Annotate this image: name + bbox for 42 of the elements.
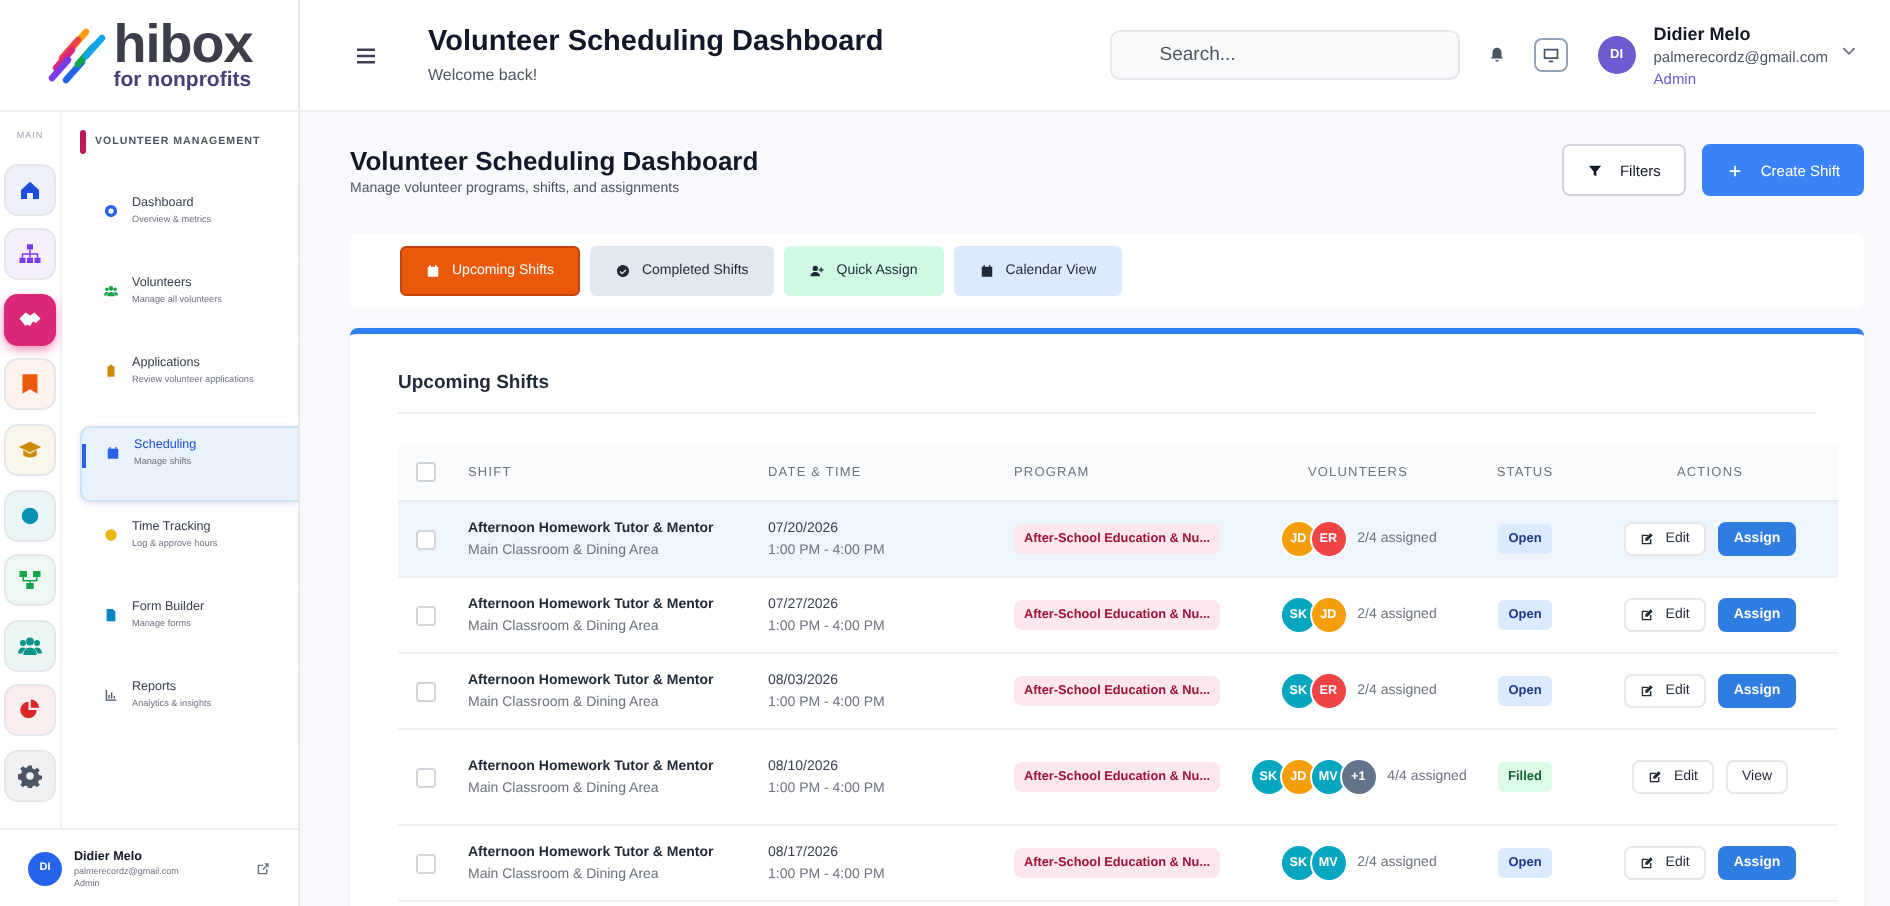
filter-icon xyxy=(1587,163,1602,177)
rail-pie-chart-button[interactable] xyxy=(4,684,56,737)
row-checkbox[interactable] xyxy=(416,853,436,873)
edit-icon xyxy=(1647,770,1662,784)
calendar-icon xyxy=(979,264,994,278)
row-checkbox[interactable] xyxy=(416,681,436,701)
monitor-button[interactable] xyxy=(1533,38,1568,72)
logo-text: hibox xyxy=(113,18,253,73)
plus-icon xyxy=(1728,163,1743,177)
row-checkbox[interactable] xyxy=(416,605,436,625)
rail-hierarchy-button[interactable] xyxy=(4,554,56,607)
rail-users-button[interactable] xyxy=(4,619,56,672)
rail-graduation-cap-button[interactable] xyxy=(4,423,56,476)
row-checkbox[interactable] xyxy=(416,529,436,549)
table-title: Upcoming Shifts xyxy=(398,334,1816,414)
notification-bell-icon[interactable] xyxy=(1487,46,1506,64)
rail-home-button[interactable] xyxy=(4,163,56,216)
select-all-checkbox[interactable] xyxy=(416,462,436,482)
monitor-icon xyxy=(1541,46,1560,64)
edit-icon xyxy=(1639,856,1654,870)
rail-handshake-button[interactable] xyxy=(4,293,56,346)
external-link-icon xyxy=(256,861,270,875)
header-title: Volunteer Scheduling Dashboard xyxy=(428,26,886,58)
edit-icon xyxy=(1639,608,1654,622)
edit-icon xyxy=(1639,684,1654,698)
welcome-text: Welcome back! xyxy=(428,66,540,84)
logo-mark-icon xyxy=(45,25,106,85)
edit-icon xyxy=(1639,532,1654,546)
page-title: Volunteer Scheduling Dashboard xyxy=(350,145,761,175)
menu-icon xyxy=(354,43,378,67)
user-plus-icon xyxy=(810,264,825,278)
row-checkbox[interactable] xyxy=(416,767,436,787)
rail-bookmark-button[interactable] xyxy=(4,358,56,411)
logo-tagline: for nonprofits xyxy=(113,70,253,92)
rail-sitemap-button[interactable] xyxy=(4,228,56,281)
calendar-icon xyxy=(426,264,440,278)
section-marker xyxy=(80,130,85,154)
rail-circle-button[interactable] xyxy=(4,489,56,542)
search-field[interactable]: Search... xyxy=(1109,30,1460,80)
rail-settings-button[interactable] xyxy=(4,749,56,802)
user-name: Didier Melo xyxy=(1653,23,1753,43)
chevron-down-icon[interactable] xyxy=(1840,42,1858,60)
